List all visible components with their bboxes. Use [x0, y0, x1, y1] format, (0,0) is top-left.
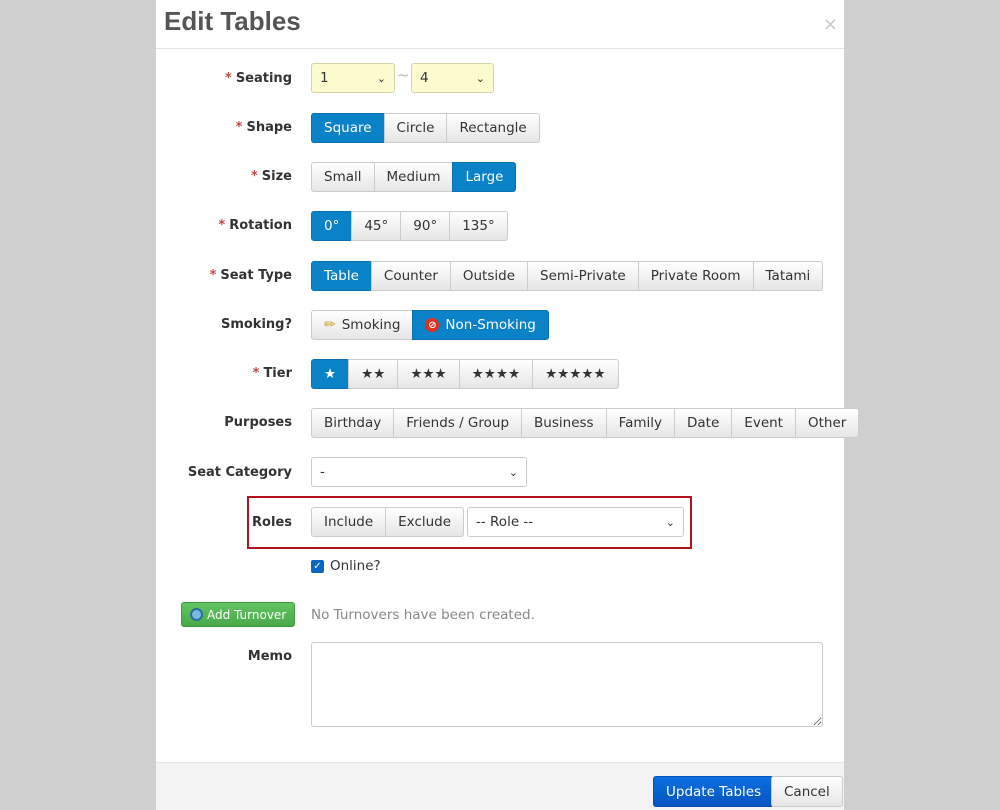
non-smoking-option-label: Non-Smoking [445, 317, 536, 333]
modal-footer: Update Tables Cancel [156, 762, 844, 810]
shape-option-circle[interactable]: Circle [383, 113, 448, 143]
memo-label: Memo [247, 649, 292, 664]
memo-textarea[interactable] [311, 642, 823, 727]
turnover-icon [190, 608, 203, 621]
rotation-option-0[interactable]: 0° [311, 211, 353, 241]
purpose-option-family[interactable]: Family [605, 408, 676, 438]
smoking-option-smoking[interactable]: ✏ Smoking [311, 310, 414, 340]
size-option-medium[interactable]: Medium [373, 162, 454, 192]
purpose-option-business[interactable]: Business [521, 408, 607, 438]
seating-min-value: 1 [320, 70, 329, 86]
smoking-option-non-smoking[interactable]: ⊘ Non-Smoking [412, 310, 549, 340]
seat-type-option-private-room[interactable]: Private Room [637, 261, 754, 291]
chevron-down-icon: ⌄ [475, 71, 485, 85]
role-select-value: -- Role -- [476, 514, 534, 530]
tier-label: * Tier [156, 366, 292, 381]
seating-max-select[interactable]: 4 ⌄ [411, 63, 494, 93]
role-select[interactable]: -- Role -- ⌄ [467, 507, 684, 537]
rotation-option-45[interactable]: 45° [351, 211, 402, 241]
tier-option-3[interactable]: ★★★ [397, 359, 460, 389]
shape-option-square[interactable]: Square [311, 113, 385, 143]
purpose-option-date[interactable]: Date [674, 408, 733, 438]
seat-type-group: Table Counter Outside Semi-Private Priva… [311, 261, 824, 291]
roles-label: Roles [252, 515, 292, 530]
seat-type-option-outside[interactable]: Outside [449, 261, 529, 291]
seat-type-option-semi-private[interactable]: Semi-Private [527, 261, 639, 291]
roles-include-button[interactable]: Include [311, 507, 387, 537]
tier-group: ★ ★★ ★★★ ★★★★ ★★★★★ [311, 359, 619, 389]
add-turnover-button[interactable]: Add Turnover [181, 602, 296, 627]
size-group: Small Medium Large [311, 162, 517, 192]
rotation-option-90[interactable]: 90° [400, 211, 451, 241]
smoking-label: Smoking? [220, 317, 292, 332]
turnover-empty-text: No Turnovers have been created. [311, 607, 535, 623]
seating-separator: ~ [397, 66, 410, 84]
rotation-option-135[interactable]: 135° [449, 211, 508, 241]
seat-type-option-tatami[interactable]: Tatami [752, 261, 824, 291]
size-option-large[interactable]: Large [452, 162, 517, 192]
tier-option-2[interactable]: ★★ [348, 359, 399, 389]
shape-group: Square Circle Rectangle [311, 113, 540, 143]
size-option-small[interactable]: Small [311, 162, 375, 192]
roles-exclude-button[interactable]: Exclude [385, 507, 465, 537]
tier-option-4[interactable]: ★★★★ [458, 359, 534, 389]
seating-min-select[interactable]: 1 ⌄ [311, 63, 395, 93]
rotation-label-text: Rotation [229, 218, 292, 233]
edit-tables-modal: Edit Tables × * Seating 1 ⌄ ~ 4 ⌄ * Shape Sq… [156, 0, 860, 810]
smoking-group: ✏ Smoking ⊘ Non-Smoking [311, 310, 549, 340]
size-label: * Size [156, 169, 292, 184]
shape-label: * Shape [156, 120, 292, 135]
chevron-down-icon: ⌄ [508, 465, 518, 479]
chevron-down-icon: ⌄ [376, 71, 386, 85]
seating-label-text: Seating [235, 71, 292, 86]
required-marker: * [252, 366, 260, 381]
purpose-option-other[interactable]: Other [794, 408, 860, 438]
required-marker: * [225, 71, 232, 86]
seat-type-label-text: Seat Type [220, 268, 292, 283]
tier-option-1[interactable]: ★ [311, 359, 350, 389]
modal-header: Edit Tables × [156, 0, 844, 49]
required-marker: * [250, 169, 258, 184]
seating-max-value: 4 [420, 70, 429, 86]
size-label-text: Size [261, 169, 292, 184]
add-turnover-label: Add Turnover [207, 607, 287, 622]
tier-label-text: Tier [263, 366, 292, 381]
seat-type-option-counter[interactable]: Counter [370, 261, 451, 291]
smoking-option-label: Smoking [341, 317, 401, 333]
online-control: ✓ Online? [311, 558, 381, 574]
seating-label: * Seating [156, 71, 292, 86]
roles-mode-group: Include Exclude [311, 507, 465, 537]
purposes-label: Purposes [224, 415, 292, 430]
close-icon[interactable]: × [823, 14, 838, 35]
purposes-group: Birthday Friends / Group Business Family… [311, 408, 860, 438]
online-checkbox[interactable]: ✓ [311, 559, 324, 573]
no-smoking-icon: ⊘ [425, 318, 440, 332]
shape-label-text: Shape [246, 120, 292, 135]
seat-type-option-table[interactable]: Table [311, 261, 372, 291]
purpose-option-event[interactable]: Event [731, 408, 796, 438]
shape-option-rectangle[interactable]: Rectangle [446, 113, 540, 143]
rotation-label: * Rotation [156, 218, 292, 233]
rotation-group: 0° 45° 90° 135° [311, 211, 508, 241]
tier-option-5[interactable]: ★★★★★ [532, 359, 619, 389]
seat-category-select[interactable]: - ⌄ [311, 457, 527, 487]
purpose-option-friends-group[interactable]: Friends / Group [393, 408, 523, 438]
cancel-button[interactable]: Cancel [771, 776, 843, 807]
seat-category-value: - [320, 464, 325, 480]
seat-type-label: * Seat Type [156, 268, 292, 283]
pencil-icon: ✏ [324, 317, 336, 333]
online-label: Online? [330, 558, 381, 574]
required-marker: * [209, 268, 217, 283]
chevron-down-icon: ⌄ [665, 515, 675, 529]
update-tables-button[interactable]: Update Tables [653, 776, 775, 807]
required-marker: * [235, 120, 243, 135]
modal-title: Edit Tables [164, 6, 301, 36]
purpose-option-birthday[interactable]: Birthday [311, 408, 395, 438]
required-marker: * [218, 218, 226, 233]
seat-category-label: Seat Category [187, 465, 292, 480]
